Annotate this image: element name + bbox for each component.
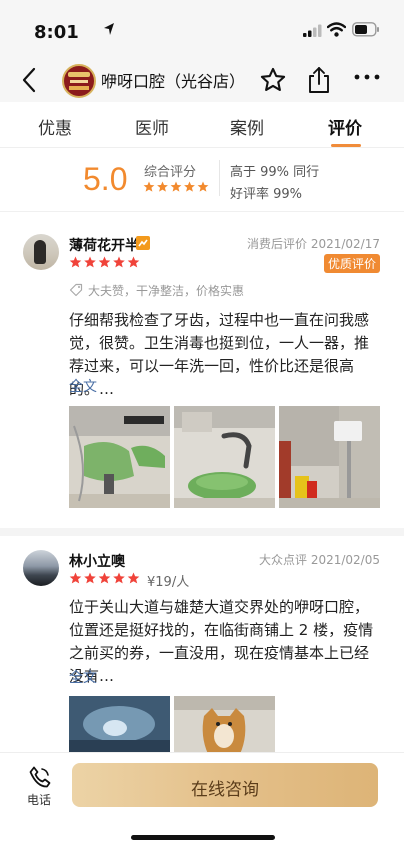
reviewer-name[interactable]: 薄荷花开半 <box>69 235 139 255</box>
online-consult-label: 在线咨询 <box>191 780 259 800</box>
star-icon <box>197 181 209 192</box>
reviewer-name[interactable]: 林小立噢 <box>69 551 125 571</box>
star-icon <box>98 572 111 584</box>
review-stars <box>69 572 140 584</box>
price-per-person: ¥19/人 <box>147 575 190 590</box>
section-divider <box>0 528 404 536</box>
review-tags-text: 大夫赞，干净整洁，价格实惠 <box>88 284 245 298</box>
read-more-link[interactable]: 全文 <box>69 667 97 687</box>
active-tab-indicator <box>331 144 361 147</box>
online-consult-button[interactable]: 在线咨询 <box>72 763 378 807</box>
star-icon <box>84 256 96 268</box>
summary-divider <box>219 160 220 196</box>
tag-icon <box>69 283 83 297</box>
location-arrow-icon <box>104 23 114 35</box>
status-time: 8:01 <box>34 22 79 43</box>
bottom-action-bar: 电话 在线咨询 <box>0 752 404 858</box>
shop-name: 咿呀口腔（光谷店） <box>101 72 246 91</box>
review-meta: 大众点评 2021/02/05 <box>259 553 380 567</box>
star-icon <box>157 181 168 192</box>
star-icon <box>127 256 140 268</box>
review-photo[interactable] <box>69 696 170 756</box>
review-photo[interactable] <box>69 406 170 508</box>
review-stars <box>69 256 140 268</box>
review-text: 仔细帮我检查了牙齿，过程中也一直在问我感觉，很赞。卫生消毒也挺到位，一人一器，推… <box>69 311 370 398</box>
star-icon <box>98 256 111 268</box>
shop-logo <box>62 64 96 98</box>
tab-cases[interactable]: 案例 <box>230 114 264 139</box>
favorite-star-icon[interactable] <box>259 66 287 94</box>
quality-review-badge: 优质评价 <box>323 254 380 273</box>
positive-rate: 好评率 99% <box>230 187 303 202</box>
read-more-link[interactable]: 全文 <box>69 376 97 396</box>
overall-score: 5.0 <box>83 161 128 197</box>
back-arrow-icon[interactable] <box>18 64 40 96</box>
share-icon[interactable] <box>305 65 333 95</box>
summary-stars <box>143 181 209 192</box>
peer-comparison: 高于 99% 同行 <box>230 165 320 180</box>
status-bar: 8:01 <box>0 0 404 58</box>
star-icon <box>69 256 82 268</box>
home-indicator <box>131 835 275 840</box>
more-icon[interactable] <box>354 73 380 81</box>
star-icon <box>113 256 125 268</box>
star-icon <box>143 181 155 192</box>
star-icon <box>84 572 96 584</box>
phone-icon[interactable] <box>28 765 52 789</box>
phone-label[interactable]: 电话 <box>27 791 51 808</box>
review-photo[interactable] <box>174 696 275 756</box>
review-photo[interactable] <box>279 406 380 508</box>
tab-bar: 优惠 医师 案例 评价 <box>0 102 404 148</box>
battery-icon <box>352 22 379 37</box>
review-text: 位于关山大道与雄楚大道交界处的咿呀口腔，位置还是挺好找的，在临街商铺上 2 楼，… <box>69 598 374 685</box>
tab-doctors[interactable]: 医师 <box>135 114 169 139</box>
tab-offers[interactable]: 优惠 <box>38 114 72 139</box>
navigation-bar: 咿呀口腔（光谷店） <box>0 58 404 102</box>
star-icon <box>69 572 82 584</box>
avatar[interactable] <box>23 550 59 586</box>
review-meta: 消费后评价 2021/02/17 <box>247 237 380 251</box>
star-icon <box>127 572 140 584</box>
tab-reviews[interactable]: 评价 <box>328 114 362 139</box>
overall-score-label: 综合评分 <box>144 165 197 180</box>
star-icon <box>113 572 125 584</box>
avatar[interactable] <box>23 234 59 270</box>
review-photo[interactable] <box>174 406 275 508</box>
level-badge-icon <box>136 236 150 250</box>
star-icon <box>184 181 195 192</box>
wifi-icon <box>327 22 346 37</box>
rating-summary: 5.0 综合评分 高于 99% 同行 好评率 99% <box>0 148 404 212</box>
star-icon <box>170 181 182 192</box>
cellular-signal-icon <box>303 24 322 37</box>
